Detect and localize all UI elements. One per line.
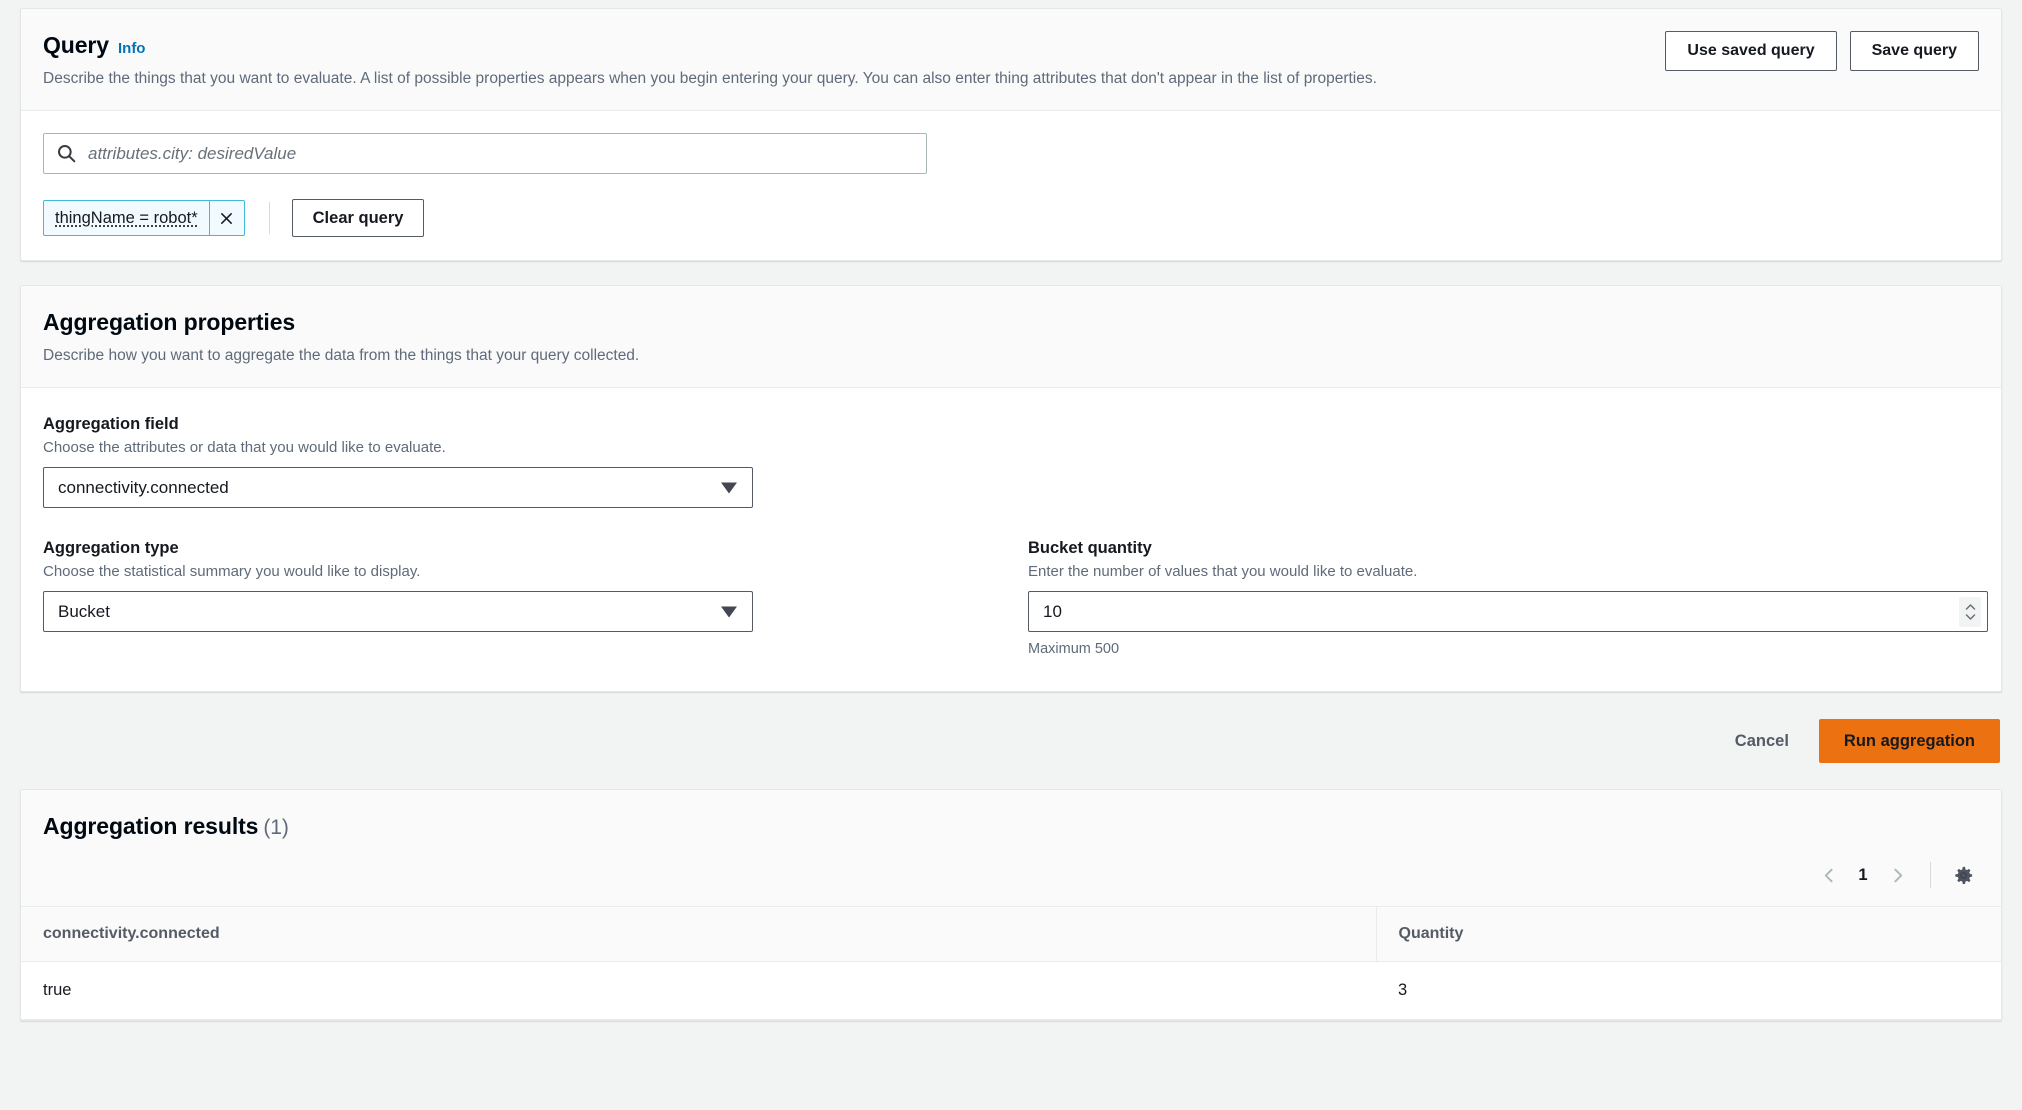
bucket-quantity-group: Bucket quantity Enter the number of valu… — [1028, 538, 1988, 657]
pagination-page-1[interactable]: 1 — [1850, 866, 1876, 885]
page-title: Query — [43, 32, 109, 58]
pagination: 1 — [1812, 858, 1914, 892]
aggregation-type-select[interactable]: Bucket — [43, 591, 753, 632]
bucket-quantity-constraint: Maximum 500 — [1028, 641, 1120, 657]
aggregation-type-label: Aggregation type — [43, 539, 179, 557]
query-card-body: attributes.city: desiredValue thingName … — [21, 111, 2001, 260]
aggregation-type-group: Aggregation type Choose the statistical … — [43, 538, 1028, 657]
column-header-key: connectivity.connected — [21, 906, 1376, 962]
aggregation-query-page: Query Info Describe the things that you … — [0, 8, 2022, 1110]
query-card: Query Info Describe the things that you … — [20, 8, 2002, 261]
aggregation-properties-card: Aggregation properties Describe how you … — [20, 285, 2002, 692]
chevron-up-icon — [1965, 603, 1975, 610]
query-search-box[interactable]: attributes.city: desiredValue — [43, 133, 927, 174]
form-action-bar: Cancel Run aggregation — [20, 692, 2002, 789]
chevron-down-icon — [721, 482, 737, 493]
pagination-next-icon[interactable] — [1880, 858, 1914, 892]
close-icon[interactable] — [210, 201, 244, 235]
query-description: Describe the things that you want to eva… — [43, 70, 1377, 87]
aggregation-field-value: connectivity.connected — [58, 477, 229, 497]
aggregation-field-select[interactable]: connectivity.connected — [43, 467, 753, 508]
aggregation-field-label: Aggregation field — [43, 415, 179, 433]
bucket-quantity-label: Bucket quantity — [1028, 539, 1152, 557]
aggregation-properties-body: Aggregation field Choose the attributes … — [21, 388, 2001, 691]
use-saved-query-button[interactable]: Use saved query — [1665, 31, 1837, 71]
query-info-link[interactable]: Info — [118, 40, 146, 57]
divider — [268, 202, 270, 234]
aggregation-properties-title: Aggregation properties — [43, 309, 296, 335]
cancel-button[interactable]: Cancel — [1717, 721, 1807, 762]
column-header-quantity: Quantity — [1375, 906, 2001, 962]
query-token-label: thingName = robot* — [44, 201, 210, 235]
query-token[interactable]: thingName = robot* — [43, 200, 245, 236]
table-header-row: connectivity.connected Quantity — [21, 906, 2001, 962]
query-header-actions: Use saved query Save query — [1665, 31, 1979, 71]
query-card-header: Query Info Describe the things that you … — [21, 9, 2001, 111]
aggregation-results-toolbar: 1 — [21, 842, 2001, 906]
cell-key: true — [21, 961, 1376, 1020]
bucket-quantity-hint: Enter the number of values that you woul… — [1028, 563, 1418, 580]
quantity-stepper[interactable] — [1959, 596, 1981, 627]
aggregation-properties-header: Aggregation properties Describe how you … — [21, 286, 2001, 388]
query-token-row: thingName = robot* Clear query — [43, 199, 1979, 237]
cell-quantity: 3 — [1376, 961, 2001, 1020]
aggregation-results-card: Aggregation results (1) 1 connectivity.c… — [20, 789, 2002, 1021]
chevron-down-icon — [721, 606, 737, 617]
search-input[interactable]: attributes.city: desiredValue — [88, 144, 296, 164]
aggregation-type-hint: Choose the statistical summary you would… — [43, 563, 421, 580]
aggregation-field-group: Aggregation field Choose the attributes … — [43, 414, 1979, 508]
search-icon — [57, 144, 76, 163]
run-aggregation-button[interactable]: Run aggregation — [1818, 719, 2000, 763]
aggregation-type-value: Bucket — [58, 601, 110, 621]
aggregation-results-count: (1) — [263, 816, 289, 839]
chevron-down-icon — [1965, 613, 1975, 620]
aggregation-results-table: connectivity.connected Quantity true 3 — [21, 906, 2001, 1020]
bucket-quantity-input[interactable]: 10 — [1028, 591, 1988, 632]
aggregation-properties-description: Describe how you want to aggregate the d… — [43, 347, 640, 364]
aggregation-type-and-bucket-row: Aggregation type Choose the statistical … — [43, 538, 1988, 657]
save-query-button[interactable]: Save query — [1849, 31, 1979, 71]
gear-icon[interactable] — [1947, 859, 1979, 891]
aggregation-results-title-text: Aggregation results — [43, 813, 259, 839]
clear-query-button[interactable]: Clear query — [291, 199, 425, 237]
divider — [1930, 862, 1931, 888]
aggregation-field-hint: Choose the attributes or data that you w… — [43, 439, 446, 456]
table-row: true 3 — [21, 961, 2001, 1020]
bucket-quantity-value: 10 — [1043, 601, 1062, 621]
aggregation-results-title: Aggregation results (1) — [43, 812, 289, 842]
aggregation-results-header: Aggregation results (1) — [21, 790, 2001, 842]
pagination-previous-icon[interactable] — [1812, 858, 1846, 892]
